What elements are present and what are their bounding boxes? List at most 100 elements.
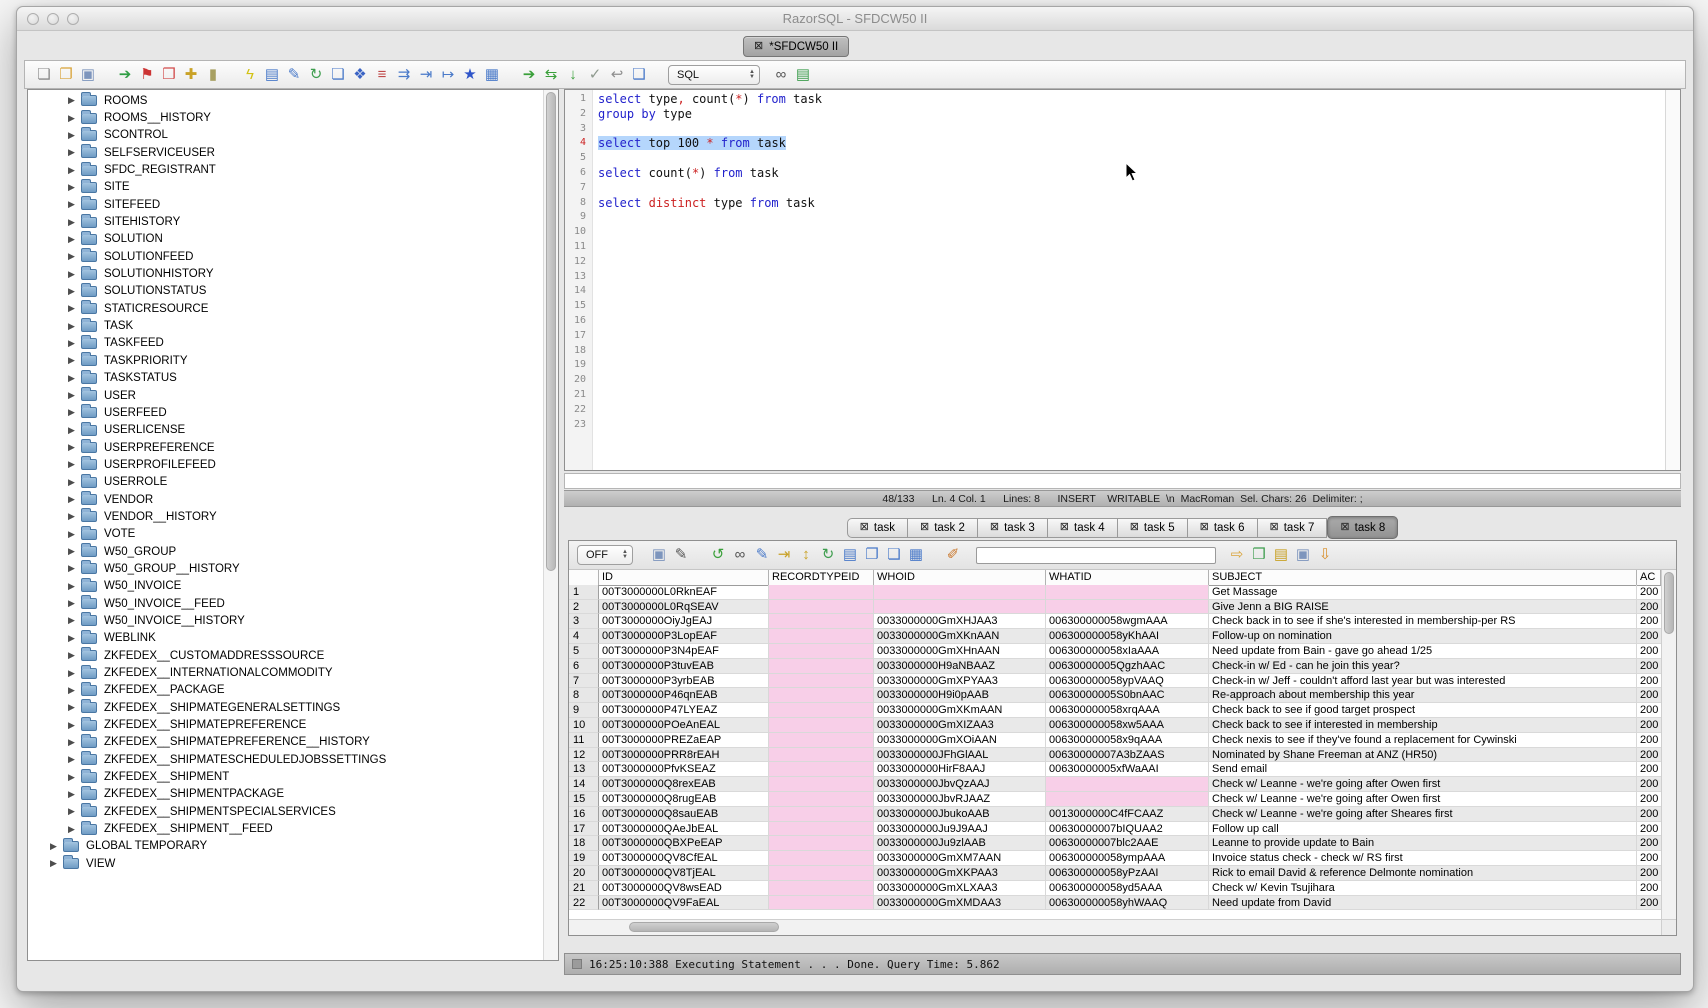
disclosure-triangle-icon[interactable]: ▶	[68, 633, 81, 644]
schema-tree-panel[interactable]: ▶ROOMS▶ROOMS__HISTORY▶SCONTROL▶SELFSERVI…	[27, 89, 559, 961]
grid-cell[interactable]: 00630000007A3bZAAS	[1046, 748, 1209, 763]
grid-cell[interactable]: Check back in to see if she's interested…	[1209, 614, 1637, 629]
grid-cell[interactable]: 00T3000000POeAnEAL	[599, 718, 769, 733]
save-icon[interactable]: ▣	[78, 65, 98, 85]
disclosure-triangle-icon[interactable]: ▶	[68, 95, 81, 106]
row-number[interactable]: 16	[569, 807, 599, 822]
row-number[interactable]: 4	[569, 629, 599, 644]
download-results-icon[interactable]: ⇩	[1315, 545, 1335, 565]
favorites-icon[interactable]: ★	[460, 65, 480, 85]
disclosure-triangle-icon[interactable]: ▶	[68, 390, 81, 401]
disclosure-triangle-icon[interactable]: ▶	[68, 165, 81, 176]
grid-cell[interactable]: 200	[1637, 777, 1661, 792]
row-number[interactable]: 9	[569, 703, 599, 718]
grid-cell[interactable]: 200	[1637, 674, 1661, 689]
grid-cell[interactable]	[769, 600, 874, 615]
export-results-icon[interactable]: ❒	[1249, 545, 1269, 565]
grid-cell[interactable]: Re-approach about membership this year	[1209, 688, 1637, 703]
column-details-icon[interactable]: ❐	[862, 545, 882, 565]
row-number[interactable]: 3	[569, 614, 599, 629]
column-header-ac[interactable]: AC	[1637, 570, 1661, 586]
save-results-icon[interactable]: ▣	[649, 545, 669, 565]
find-next-icon[interactable]: ⇨	[1227, 545, 1247, 565]
tree-item-sfdc-registrant[interactable]: ▶SFDC_REGISTRANT	[28, 161, 542, 178]
grid-cell[interactable]: Check-in w/ Ed - can he join this year?	[1209, 659, 1637, 674]
result-tab-task-2[interactable]: ⊠task 2	[908, 518, 978, 538]
grid-cell[interactable]	[769, 896, 874, 911]
export-delimited-icon[interactable]: ⇉	[394, 65, 414, 85]
grid-cell[interactable]	[769, 733, 874, 748]
grid-cell[interactable]	[769, 762, 874, 777]
grid-cell[interactable]: 200	[1637, 896, 1661, 911]
tree-item-taskstatus[interactable]: ▶TASKSTATUS	[28, 370, 542, 387]
grid-cell[interactable]: 00T3000000QV8wsEAD	[599, 881, 769, 896]
row-number[interactable]: 17	[569, 822, 599, 837]
grid-cell[interactable]: 00T3000000P46qnEAB	[599, 688, 769, 703]
tree-scrollbar-thumb[interactable]	[546, 92, 556, 571]
tree-item-vendor-history[interactable]: ▶VENDOR__HISTORY	[28, 508, 542, 525]
grid-cell[interactable]: 00T3000000L0RknEAF	[599, 585, 769, 600]
grid-cell[interactable]: 200	[1637, 703, 1661, 718]
tree-item-taskfeed[interactable]: ▶TASKFEED	[28, 335, 542, 352]
tree-item-w50-invoice-history[interactable]: ▶W50_INVOICE__HISTORY	[28, 612, 542, 629]
grid-cell[interactable]: 200	[1637, 836, 1661, 851]
tree-item-zkfedex-shipmatepreference-history[interactable]: ▶ZKFEDEX__SHIPMATEPREFERENCE__HISTORY	[28, 734, 542, 751]
grid-cell[interactable]	[1046, 600, 1209, 615]
sql-editor[interactable]: 1select type, count(*) from task2group b…	[564, 89, 1681, 471]
disclosure-triangle-icon[interactable]: ▶	[68, 546, 81, 557]
grid-cell[interactable]: 0033000000GmXMDAA3	[874, 896, 1046, 911]
fetch-down-icon[interactable]: ↓	[563, 65, 583, 85]
tree-item-site[interactable]: ▶SITE	[28, 179, 542, 196]
add-connection-icon[interactable]: ✚	[181, 65, 201, 85]
grid-cell[interactable]	[1046, 792, 1209, 807]
tree-item-selfserviceuser[interactable]: ▶SELFSERVICEUSER	[28, 144, 542, 161]
editor-scrollbar[interactable]	[1665, 90, 1680, 470]
tree-item-weblink[interactable]: ▶WEBLINK	[28, 630, 542, 647]
tab-close-icon[interactable]: ⊠	[990, 522, 999, 533]
grid-cell[interactable]: 006300000058yPzAAI	[1046, 866, 1209, 881]
grid-cell[interactable]	[769, 718, 874, 733]
execute-sql-icon[interactable]: ϟ	[240, 65, 260, 85]
grid-cell[interactable]	[874, 585, 1046, 600]
tree-item-task[interactable]: ▶TASK	[28, 317, 542, 334]
grid-cell[interactable]	[874, 600, 1046, 615]
grid-cell[interactable]: 00T3000000L0RqSEAV	[599, 600, 769, 615]
tab-close-icon[interactable]: ⊠	[1200, 522, 1209, 533]
duplicate-connection-icon[interactable]: ❒	[159, 65, 179, 85]
row-number[interactable]: 15	[569, 792, 599, 807]
row-number[interactable]: 22	[569, 896, 599, 911]
grid-cell[interactable]: 200	[1637, 807, 1661, 822]
grid-cell[interactable]: 00T3000000QBXPeEAP	[599, 836, 769, 851]
grid-cell[interactable]	[769, 881, 874, 896]
grid-cell[interactable]: Send email	[1209, 762, 1637, 777]
disclosure-triangle-icon[interactable]: ▶	[68, 234, 81, 245]
disclosure-triangle-icon[interactable]: ▶	[68, 511, 81, 522]
row-number[interactable]: 19	[569, 851, 599, 866]
grid-cell[interactable]	[769, 777, 874, 792]
grid-cell[interactable]: Check-in w/ Jeff - couldn't afford last …	[1209, 674, 1637, 689]
disclosure-triangle-icon[interactable]: ▶	[68, 321, 81, 332]
disclosure-triangle-icon[interactable]: ▶	[68, 147, 81, 158]
row-number[interactable]: 21	[569, 881, 599, 896]
edit-results-icon[interactable]: ✎	[752, 545, 772, 565]
grid-cell[interactable]	[769, 614, 874, 629]
tab-close-icon[interactable]: ⊠	[754, 41, 763, 52]
row-number[interactable]: 6	[569, 659, 599, 674]
column-header-id[interactable]: ID	[599, 570, 769, 586]
grid-cell[interactable]	[769, 822, 874, 837]
grid-cell[interactable]: 006300000058yd5AAA	[1046, 881, 1209, 896]
format-results-icon[interactable]: ✎	[671, 545, 691, 565]
tree-item-userrole[interactable]: ▶USERROLE	[28, 474, 542, 491]
disclosure-triangle-icon[interactable]: ▶	[68, 563, 81, 574]
grid-cell[interactable]: 00T3000000Q8rexEAB	[599, 777, 769, 792]
grid-cell[interactable]	[769, 585, 874, 600]
disclosure-triangle-icon[interactable]: ▶	[68, 598, 81, 609]
grid-cell[interactable]	[769, 866, 874, 881]
search-highlight-icon[interactable]: ✐	[943, 545, 963, 565]
disclosure-triangle-icon[interactable]: ▶	[68, 407, 81, 418]
disclosure-triangle-icon[interactable]: ▶	[68, 529, 81, 540]
tree-item-user[interactable]: ▶USER	[28, 387, 542, 404]
results-hscrollbar-thumb[interactable]	[629, 922, 779, 932]
tree-item-zkfedex-internationalcommodity[interactable]: ▶ZKFEDEX__INTERNATIONALCOMMODITY	[28, 664, 542, 681]
grid-cell[interactable]: 00T3000000OiyJgEAJ	[599, 614, 769, 629]
